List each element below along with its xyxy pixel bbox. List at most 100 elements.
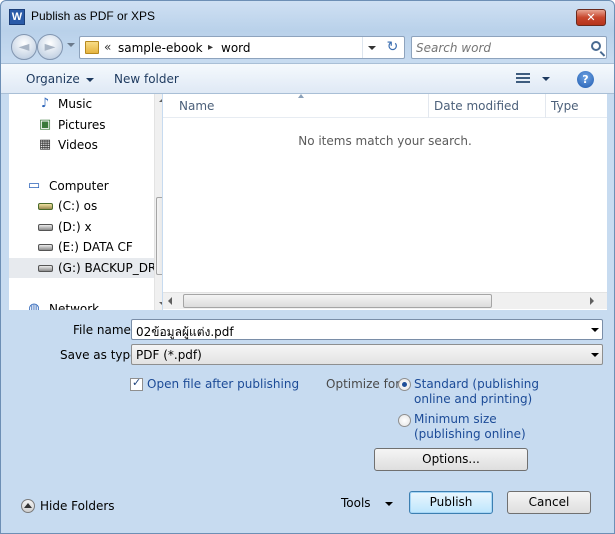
sidebar-item-label: (D:) x [58,220,92,234]
new-folder-button[interactable]: New folder [114,72,179,86]
scroll-up-icon[interactable] [159,98,162,102]
videos-icon: ▦ [38,137,52,152]
address-dropdown-icon[interactable] [362,37,380,58]
drive-icon [38,265,53,272]
breadcrumb-separator-icon[interactable]: ▸ [208,42,213,53]
hide-folders-button[interactable]: Hide Folders [40,499,115,513]
file-name-input[interactable]: 02ข้อมูลผู้แต่ง.pdf [136,323,234,342]
search-box[interactable] [411,36,607,59]
tools-menu-button[interactable]: Tools [341,496,393,510]
options-button[interactable]: Options... [374,448,528,471]
scroll-right-icon[interactable] [590,297,594,305]
navigation-bar: ◄ ► « sample-ebook ▸ word ↻ [1,31,614,63]
navigation-scrollbar[interactable] [154,94,162,310]
chevron-down-icon[interactable] [591,353,599,357]
cancel-button[interactable]: Cancel [507,491,591,514]
help-icon[interactable]: ? [577,71,594,88]
breadcrumb-overflow-icon[interactable]: « [104,40,111,54]
refresh-icon[interactable]: ↻ [381,36,404,59]
view-options-icon[interactable] [516,73,530,85]
sidebar-item-computer[interactable]: ▭ Computer [9,176,162,196]
column-divider[interactable] [545,94,546,118]
column-type[interactable]: Type [551,99,579,113]
save-as-type-value: PDF (*.pdf) [136,348,202,362]
sidebar-item-label: Computer [49,179,109,193]
open-after-publishing-checkbox[interactable] [130,376,143,391]
scrollbar-thumb[interactable] [183,294,492,308]
sidebar-item-label: Music [58,97,93,111]
scroll-down-icon[interactable] [159,302,162,306]
sidebar-item-music[interactable]: ♪ Music [9,94,162,114]
title-bar: W Publish as PDF or XPS ✕ [1,1,614,31]
folder-icon [85,41,99,54]
pictures-icon: ▣ [38,117,52,132]
publish-button[interactable]: Publish [409,491,493,514]
network-icon: ◍ [28,301,40,310]
sort-ascending-icon [298,94,304,98]
sidebar-item-label: Videos [58,138,98,152]
file-name-combobox[interactable]: 02ข้อมูลผู้แต่ง.pdf [131,319,603,340]
horizontal-scrollbar[interactable] [163,292,607,309]
search-input[interactable] [416,40,576,55]
navigation-pane: ♪ Music ▣ Pictures ▦ Videos ▭ Computer (… [9,94,162,310]
drive-icon [38,224,53,231]
music-icon: ♪ [40,96,50,111]
forward-arrow-icon: ► [44,39,56,55]
sidebar-item-label: (C:) os [58,199,98,213]
drive-icon [38,244,53,251]
optimize-for-label: Optimize for: [326,377,404,391]
optimize-minimum-radio[interactable] [398,414,411,427]
save-as-type-select[interactable]: PDF (*.pdf) [131,344,603,365]
dialog-title: Publish as PDF or XPS [31,9,156,23]
file-name-label: File name: [73,323,135,337]
column-date-modified[interactable]: Date modified [434,99,519,113]
sidebar-item-label: Network [49,302,100,310]
column-header-row: Name Date modified Type [163,94,607,118]
optimize-standard-label[interactable]: Standard (publishing online and printing… [414,377,539,407]
command-toolbar: Organize New folder ? [1,63,614,94]
close-icon: ✕ [586,11,596,24]
sidebar-item-network[interactable]: ◍ Network [9,299,162,310]
forward-button[interactable]: ► [37,34,63,60]
chevron-down-icon [85,77,94,82]
save-as-type-label: Save as type: [60,348,142,362]
optimize-standard-line2: online and printing) [414,392,533,406]
computer-icon: ▭ [27,178,41,193]
address-bar[interactable]: « sample-ebook ▸ word [79,36,405,59]
sidebar-item-drive-d[interactable]: (D:) x [9,217,162,237]
open-after-publishing-label[interactable]: Open file after publishing [147,377,299,391]
sidebar-item-label: (G:) BACKUP_DRV [58,261,162,275]
optimize-standard-line1: Standard (publishing [414,377,540,391]
sidebar-item-drive-g[interactable]: (G:) BACKUP_DRV [9,258,162,278]
sidebar-item-drive-e[interactable]: (E:) DATA CF [9,237,162,257]
optimize-minimum-line2: (publishing online) [414,427,526,441]
back-arrow-icon: ◄ [18,39,30,55]
chevron-down-icon[interactable] [591,328,599,332]
recent-locations-dropdown-icon[interactable] [67,43,75,47]
file-list: Name Date modified Type No items match y… [163,94,607,310]
chevron-down-icon [384,501,393,506]
word-app-icon: W [9,9,25,25]
sidebar-item-pictures[interactable]: ▣ Pictures [9,115,162,135]
organize-button[interactable]: Organize [26,72,94,86]
column-divider[interactable] [428,94,429,118]
sidebar-item-drive-c[interactable]: (C:) os [9,196,162,216]
view-dropdown-icon[interactable] [542,77,550,81]
sidebar-item-label: (E:) DATA CF [58,240,133,254]
sidebar-item-videos[interactable]: ▦ Videos [9,135,162,155]
collapse-up-icon[interactable] [21,499,35,513]
back-button[interactable]: ◄ [11,34,37,60]
close-button[interactable]: ✕ [576,9,606,26]
optimize-standard-radio[interactable] [398,378,411,391]
column-name[interactable]: Name [179,99,214,113]
sidebar-item-label: Pictures [58,118,106,132]
scrollbar-thumb[interactable] [156,197,162,275]
publish-dialog: W Publish as PDF or XPS ✕ ◄ ► « sample-e… [0,0,615,534]
scroll-left-icon[interactable] [168,297,172,305]
breadcrumb-sample-ebook[interactable]: sample-ebook [118,41,203,55]
breadcrumb-word[interactable]: word [221,41,251,55]
search-icon[interactable] [591,41,601,51]
optimize-minimum-label[interactable]: Minimum size (publishing online) [414,412,526,442]
empty-list-message: No items match your search. [298,134,472,148]
optimize-minimum-line1: Minimum size [414,412,497,426]
